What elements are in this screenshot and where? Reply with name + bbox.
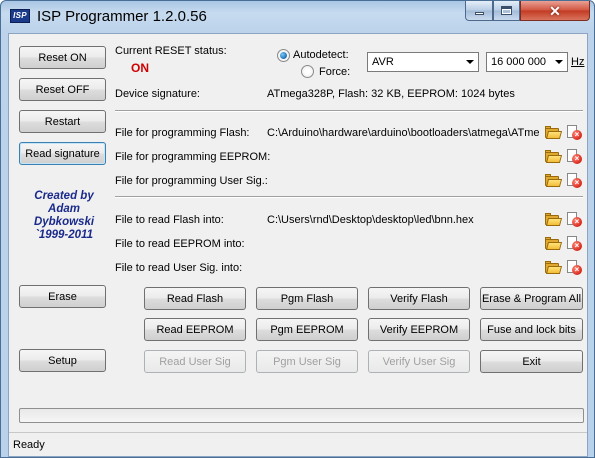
force-label: Force: <box>319 66 351 78</box>
frequency-select[interactable]: 16 000 000 <box>486 52 568 72</box>
progress-bar <box>19 408 584 423</box>
read-flash-file-path[interactable]: C:\Users\rnd\Desktop\desktop\led\bnn.hex <box>267 214 542 226</box>
pgm-eeprom-button[interactable]: Pgm EEPROM <box>256 318 358 341</box>
device-signature-value: ATmega328P, Flash: 32 KB, EEPROM: 1024 b… <box>267 88 515 100</box>
close-icon: ✕ <box>549 2 561 19</box>
erase-program-all-button[interactable]: Erase & Program All <box>480 287 583 310</box>
chip-family-value: AVR <box>372 56 394 68</box>
status-bar: Ready <box>9 432 587 456</box>
window-title: ISP Programmer 1.2.0.56 <box>37 8 207 25</box>
divider-top <box>115 110 583 112</box>
clear-file-icon[interactable]: × <box>566 149 582 164</box>
open-folder-icon[interactable] <box>545 261 563 274</box>
reset-off-button[interactable]: Reset OFF <box>19 78 106 101</box>
divider-middle <box>115 196 583 198</box>
reset-on-button[interactable]: Reset ON <box>19 46 106 69</box>
autodetect-radio[interactable] <box>277 49 290 62</box>
read-user-sig-button[interactable]: Read User Sig <box>144 350 246 373</box>
app-icon[interactable]: ISP <box>10 9 30 23</box>
credit-line-4: `1999-2011 <box>35 229 93 241</box>
open-folder-icon[interactable] <box>545 213 563 226</box>
application-window: ISP ISP Programmer 1.2.0.56 ✕ Reset ON R… <box>0 0 595 458</box>
read-eeprom-button[interactable]: Read EEPROM <box>144 318 246 341</box>
open-folder-icon[interactable] <box>545 174 563 187</box>
device-signature-label: Device signature: <box>115 88 200 100</box>
program-eeprom-label: File for programming EEPROM: <box>115 151 271 163</box>
chip-family-select[interactable]: AVR <box>367 52 479 72</box>
restart-button[interactable]: Restart <box>19 110 106 133</box>
status-text: Ready <box>13 439 45 451</box>
clear-file-icon[interactable]: × <box>566 236 582 251</box>
credit-line-3: Dybkowski <box>33 216 95 228</box>
clear-file-icon[interactable]: × <box>566 125 582 140</box>
author-credit: Created by Adam Dybkowski `1999-2011 <box>19 190 109 242</box>
frequency-unit: Hz <box>571 56 585 68</box>
read-flash-file-label: File to read Flash into: <box>115 214 224 226</box>
open-folder-icon[interactable] <box>545 150 563 163</box>
program-flash-path[interactable]: C:\Arduino\hardware\arduino\bootloaders\… <box>267 127 542 139</box>
frequency-value: 16 000 000 <box>491 56 547 68</box>
program-flash-label: File for programming Flash: <box>115 127 250 139</box>
pgm-user-sig-button[interactable]: Pgm User Sig <box>256 350 358 373</box>
reset-status-value: ON <box>131 61 149 75</box>
fuse-lock-bits-button[interactable]: Fuse and lock bits <box>480 318 583 341</box>
chevron-down-icon <box>551 53 567 71</box>
autodetect-label: Autodetect: <box>293 49 349 61</box>
clear-file-icon[interactable]: × <box>566 173 582 188</box>
read-usersig-file-label: File to read User Sig. into: <box>115 262 243 274</box>
clear-file-icon[interactable]: × <box>566 212 582 227</box>
verify-eeprom-button[interactable]: Verify EEPROM <box>368 318 470 341</box>
read-flash-button[interactable]: Read Flash <box>144 287 246 310</box>
pgm-flash-button[interactable]: Pgm Flash <box>256 287 358 310</box>
read-eeprom-file-label: File to read EEPROM into: <box>115 238 245 250</box>
maximize-button[interactable] <box>493 1 520 21</box>
exit-button[interactable]: Exit <box>480 350 583 373</box>
close-button[interactable]: ✕ <box>520 1 590 21</box>
verify-flash-button[interactable]: Verify Flash <box>368 287 470 310</box>
reset-status-label: Current RESET status: <box>115 45 227 57</box>
minimize-button[interactable] <box>465 1 493 21</box>
program-usersig-label: File for programming User Sig.: <box>115 175 268 187</box>
credit-line-1: Created by <box>34 190 94 202</box>
title-bar[interactable]: ISP ISP Programmer 1.2.0.56 ✕ <box>1 1 594 33</box>
setup-button[interactable]: Setup <box>19 349 106 372</box>
client-area: Reset ON Reset OFF Restart Read signatur… <box>8 33 588 457</box>
credit-line-2: Adam <box>48 203 80 215</box>
force-radio[interactable] <box>301 65 314 78</box>
open-folder-icon[interactable] <box>545 237 563 250</box>
minimize-icon <box>474 12 484 15</box>
erase-button[interactable]: Erase <box>19 285 106 308</box>
chevron-down-icon <box>462 53 478 71</box>
verify-user-sig-button[interactable]: Verify User Sig <box>368 350 470 373</box>
maximize-icon <box>501 6 512 15</box>
clear-file-icon[interactable]: × <box>566 260 582 275</box>
open-folder-icon[interactable] <box>545 126 563 139</box>
read-signature-button[interactable]: Read signature <box>19 142 106 165</box>
